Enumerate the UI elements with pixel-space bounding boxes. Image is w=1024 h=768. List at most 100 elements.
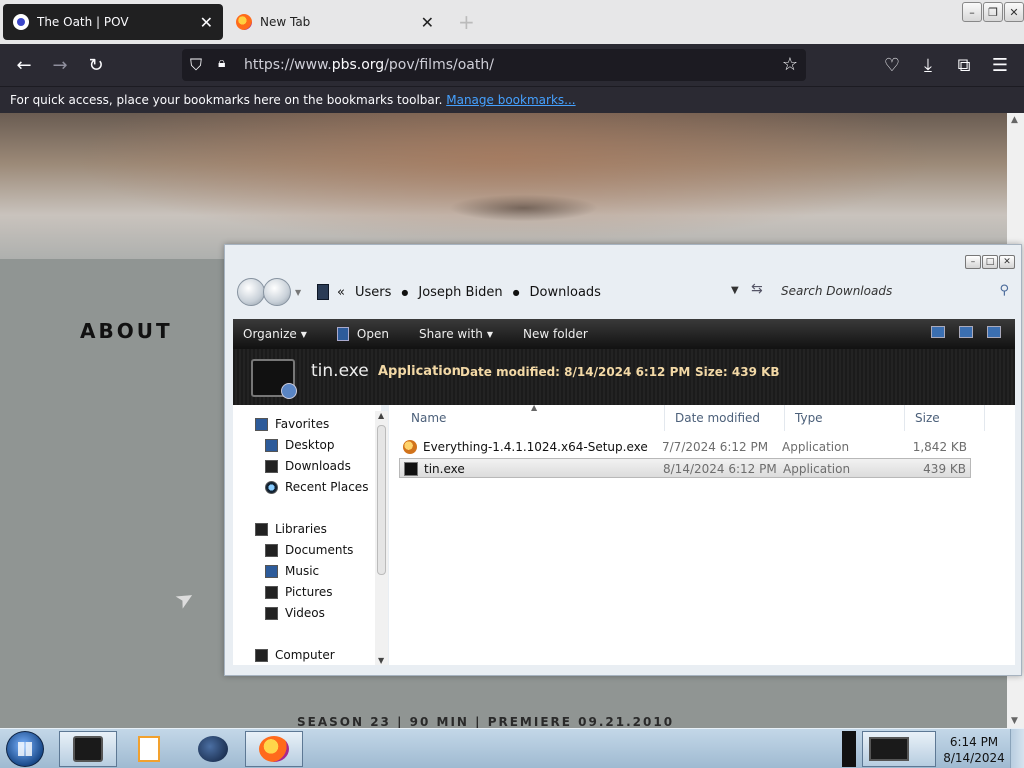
file-row-selected[interactable]: tin.exe 8/14/2024 6:12 PM Application 43… [399,458,971,478]
scroll-up-icon[interactable]: ▲ [378,411,384,420]
file-name: tin.exe [424,462,465,476]
nav-downloads[interactable]: Downloads [265,459,351,473]
organize-button[interactable]: Organize ▼ [243,327,307,341]
breadcrumb[interactable]: « Users ● Joseph Biden ● Downloads [317,278,611,306]
close-icon[interactable]: ✕ [999,255,1015,269]
nav-favorites[interactable]: Favorites [255,417,329,431]
tab-new-tab[interactable]: New Tab ✕ [226,4,444,40]
preview-pane-icon[interactable] [959,326,973,338]
nav-videos[interactable]: Videos [265,606,325,620]
taskbar-media-player[interactable] [120,731,178,767]
chevron-down-icon: ▼ [300,329,307,339]
extensions-icon[interactable]: ⧉ [952,53,976,77]
column-size[interactable]: Size [905,405,985,431]
nav-pictures[interactable]: Pictures [265,585,333,599]
scroll-down-icon[interactable]: ▼ [378,656,384,665]
tab-close-icon[interactable]: ✕ [421,13,434,32]
column-date-modified[interactable]: Date modified [665,405,785,431]
address-dropdown-icon[interactable]: ▼ [731,285,739,296]
file-date: 8/14/2024 6:12 PM [663,462,777,476]
recent-pages-dropdown-icon[interactable]: ▼ [295,288,305,316]
nav-scrollbar[interactable]: ▲ ▼ [375,411,388,665]
pocket-icon[interactable]: ♡ [880,53,904,77]
refresh-icon[interactable]: ⇆ [751,281,763,297]
view-controls [931,326,1001,338]
back-icon[interactable]: ← [12,53,36,77]
close-icon[interactable]: ✕ [1004,2,1024,22]
maximize-icon[interactable]: □ [982,255,998,269]
open-button[interactable]: Open [336,327,389,341]
organize-label: Organize [243,327,297,341]
hero-image [0,113,1007,259]
exe-icon [404,462,418,476]
forward-icon[interactable]: → [48,53,72,77]
scroll-down-icon[interactable]: ▼ [1011,716,1018,726]
address-row: ▼ « Users ● Joseph Biden ● Downloads ▼ ⇆… [233,275,1015,311]
share-with-label: Share with [418,327,483,341]
restore-icon[interactable]: ❐ [983,2,1003,22]
help-icon[interactable] [987,326,1001,338]
reload-icon[interactable]: ↻ [84,53,108,77]
file-date: 7/7/2024 6:12 PM [662,440,769,454]
change-view-icon[interactable] [931,326,945,338]
taskbar-firefox[interactable] [245,731,303,767]
show-desktop-button[interactable] [1010,729,1024,768]
column-type[interactable]: Type [785,405,905,431]
new-tab-button[interactable]: + [458,10,475,34]
breadcrumb-overflow[interactable]: « [337,285,345,300]
menu-icon[interactable]: ☰ [988,53,1012,77]
manage-bookmarks-link[interactable]: Manage bookmarks... [446,93,575,107]
shield-icon[interactable]: ⛉ [190,55,202,75]
column-label: Type [795,411,823,425]
file-size: 1,842 KB [912,440,967,454]
start-button[interactable] [6,731,44,767]
file-row[interactable]: Everything-1.4.1.1024.x64-Setup.exe 7/7/… [399,437,971,457]
breadcrumb-separator-icon[interactable]: ● [401,288,408,297]
nav-documents[interactable]: Documents [265,543,353,557]
about-heading: ABOUT [80,319,173,343]
breadcrumb-downloads[interactable]: Downloads [530,285,601,300]
column-name[interactable]: Name ▲ [401,403,665,431]
nav-computer[interactable]: Computer [255,648,335,662]
forward-button[interactable] [263,278,291,306]
recent-places-icon [265,480,278,494]
nav-libraries[interactable]: Libraries [255,522,327,536]
libraries-icon [255,522,268,536]
nav-label: Music [285,564,320,578]
nav-label: Documents [285,543,354,557]
scroll-up-icon[interactable]: ▲ [1011,115,1018,125]
taskbar-explorer[interactable] [59,731,117,767]
star-icon[interactable]: ☆ [782,54,798,75]
url-text[interactable]: https://www.pbs.org/pov/films/oath/ [244,57,494,73]
season-info: SEASON 23 | 90 MIN | PREMIERE 09.21.2010 [297,715,675,728]
tab-the-oath[interactable]: The Oath | POV ✕ [3,4,223,40]
tray-app[interactable] [862,731,936,767]
videos-icon [265,606,278,620]
tab-close-icon[interactable]: ✕ [200,13,213,32]
tab-title: The Oath | POV [37,15,129,29]
download-icon[interactable]: ⤓ [916,53,940,77]
breadcrumb-joseph-biden[interactable]: Joseph Biden [418,285,502,300]
search-icon[interactable]: ⚲ [999,283,1009,298]
breadcrumb-users[interactable]: Users [355,285,391,300]
search-input[interactable]: Search Downloads ⚲ [781,279,1015,305]
back-button[interactable] [237,278,265,306]
minimize-icon[interactable]: – [962,2,982,22]
new-folder-button[interactable]: New folder [523,327,588,341]
lock-icon[interactable]: 🔒︎ [218,55,225,71]
share-with-button[interactable]: Share with ▼ [419,327,493,341]
scroll-thumb[interactable] [377,425,386,575]
nav-desktop[interactable]: Desktop [265,438,335,452]
documents-icon [265,543,278,557]
details-header: tin.exe Application Date modified: 8/14/… [233,349,1015,405]
nav-recent-places[interactable]: Recent Places [265,480,368,494]
tray-overflow[interactable] [842,731,856,767]
computer-icon [255,648,268,662]
minimize-icon[interactable]: – [965,255,981,269]
taskbar-globe-browser[interactable] [184,731,242,767]
sort-ascending-icon: ▲ [531,403,538,412]
breadcrumb-separator-icon[interactable]: ● [513,288,520,297]
url-bar[interactable]: ⛉ 🔒︎ https://www.pbs.org/pov/films/oath/… [182,49,806,81]
nav-music[interactable]: Music [265,564,319,578]
clock[interactable]: 6:14 PM 8/14/2024 [942,734,1006,766]
